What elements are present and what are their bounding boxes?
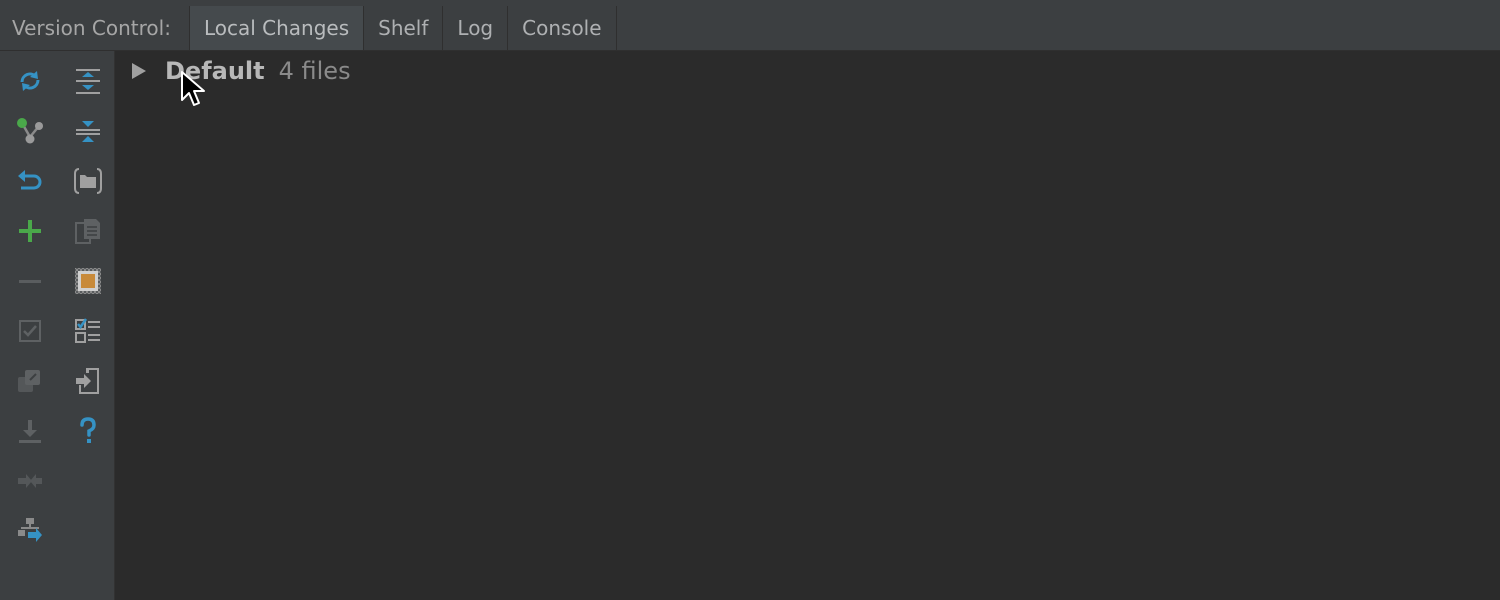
tool-window-title: Version Control: bbox=[0, 6, 190, 50]
checklist-icon bbox=[75, 318, 100, 343]
tab-local-changes[interactable]: Local Changes bbox=[189, 6, 365, 50]
download-icon bbox=[19, 420, 41, 443]
tab-shelf[interactable]: Shelf bbox=[364, 6, 444, 50]
mouse-cursor-icon bbox=[181, 71, 205, 106]
refresh-button[interactable] bbox=[12, 63, 48, 99]
changelist-file-count: 4 files bbox=[278, 57, 351, 85]
set-active-changelist-button[interactable] bbox=[12, 313, 48, 349]
rollback-button[interactable] bbox=[12, 163, 48, 199]
merge-icon bbox=[18, 474, 42, 488]
shelve-button[interactable] bbox=[12, 413, 48, 449]
expand-arrow[interactable] bbox=[123, 56, 153, 86]
move-to-changelist-button[interactable] bbox=[12, 363, 48, 399]
preview-diff-button[interactable] bbox=[70, 263, 106, 299]
remove-changelist-button[interactable] bbox=[12, 263, 48, 299]
help-icon bbox=[80, 417, 96, 443]
help-button[interactable] bbox=[70, 413, 106, 449]
preview-icon bbox=[75, 268, 101, 294]
collapse-all-icon bbox=[76, 121, 100, 142]
show-diff-button[interactable] bbox=[70, 213, 106, 249]
expand-all-icon bbox=[76, 69, 100, 94]
chevron-right-icon bbox=[132, 63, 146, 79]
group-by-folder-icon bbox=[74, 168, 102, 194]
structure-icon bbox=[18, 518, 42, 542]
undo-icon bbox=[18, 170, 42, 190]
tool-window-tabbar: Version Control: Local Changes Shelf Log… bbox=[0, 6, 1500, 51]
copy-changelist-icon bbox=[18, 370, 40, 392]
add-icon bbox=[19, 220, 41, 242]
tab-console[interactable]: Console bbox=[508, 6, 617, 50]
tab-log[interactable]: Log bbox=[443, 6, 509, 50]
changelist-row[interactable]: Default 4 files bbox=[123, 53, 351, 89]
checkbox-icon bbox=[19, 320, 41, 342]
version-control-window: Version Control: Local Changes Shelf Log… bbox=[0, 0, 1500, 600]
merge-button[interactable] bbox=[12, 463, 48, 499]
refresh-icon bbox=[20, 71, 40, 91]
remove-icon bbox=[19, 280, 41, 283]
group-by-directory-button[interactable] bbox=[70, 163, 106, 199]
collapse-all-button[interactable] bbox=[70, 113, 106, 149]
select-changes-button[interactable] bbox=[70, 313, 106, 349]
changes-tree: Default 4 files bbox=[115, 51, 1500, 600]
expand-all-button[interactable] bbox=[70, 63, 106, 99]
branch-button[interactable] bbox=[12, 113, 48, 149]
structure-button[interactable] bbox=[12, 513, 48, 549]
import-button[interactable] bbox=[70, 363, 106, 399]
branch-icon bbox=[17, 118, 43, 144]
new-changelist-button[interactable] bbox=[12, 213, 48, 249]
vertical-toolbar bbox=[0, 51, 115, 600]
import-icon bbox=[76, 368, 99, 394]
show-diff-icon bbox=[75, 219, 100, 244]
